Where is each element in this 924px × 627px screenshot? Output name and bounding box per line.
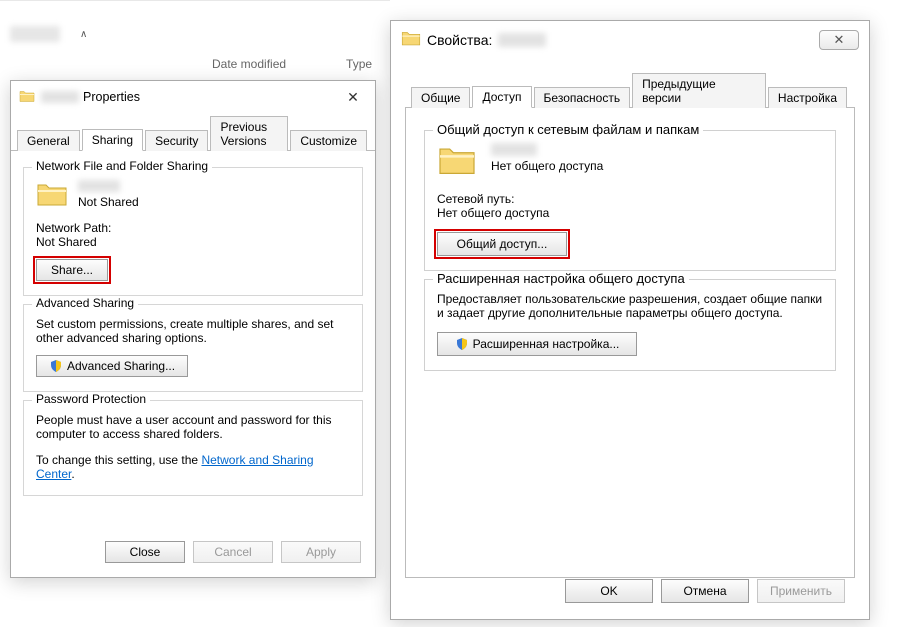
close-button[interactable]: ✕ — [819, 30, 859, 50]
folder-name-blur — [491, 143, 537, 156]
cancel-button[interactable]: Cancel — [193, 541, 273, 563]
share-button[interactable]: Share... — [36, 259, 108, 281]
folder-icon — [401, 29, 421, 50]
shield-icon — [49, 359, 63, 373]
column-header-type[interactable]: Type — [346, 57, 372, 71]
network-path-label: Network Path: — [36, 221, 350, 235]
cancel-button[interactable]: Отмена — [661, 579, 749, 603]
close-button[interactable]: ✕ — [339, 87, 367, 107]
column-header-date[interactable]: Date modified — [212, 57, 286, 71]
advanced-sharing-button-label: Advanced Sharing... — [67, 359, 175, 373]
title-suffix: Properties — [83, 90, 140, 104]
group-network-sharing: Network File and Folder Sharing Not Shar… — [23, 167, 363, 296]
apply-button[interactable]: Применить — [757, 579, 845, 603]
group-legend-nfs: Network File and Folder Sharing — [32, 159, 212, 173]
share-status: Not Shared — [78, 195, 139, 209]
tab-sharing[interactable]: Sharing — [82, 129, 143, 151]
tab-customize[interactable]: Customize — [290, 130, 367, 151]
folder-name-blur — [498, 33, 546, 47]
group-network-sharing: Общий доступ к сетевым файлам и папкам Н… — [424, 130, 836, 271]
password-desc-2-prefix: To change this setting, use the — [36, 453, 201, 467]
group-legend-nfs: Общий доступ к сетевым файлам и папкам — [433, 122, 703, 137]
folder-icon — [36, 180, 68, 211]
group-password-protection: Password Protection People must have a u… — [23, 400, 363, 496]
group-legend-adv: Расширенная настройка общего доступа — [433, 271, 689, 286]
explorer-blur — [10, 26, 60, 42]
titlebar-ru: Свойства: ✕ — [391, 21, 869, 58]
advanced-sharing-button[interactable]: Advanced Sharing... — [36, 355, 188, 377]
folder-icon — [437, 143, 477, 180]
group-legend-adv: Advanced Sharing — [32, 296, 138, 310]
share-status: Нет общего доступа — [491, 159, 603, 173]
group-advanced-sharing: Расширенная настройка общего доступа Пре… — [424, 279, 836, 371]
tab-sharing[interactable]: Доступ — [472, 86, 531, 108]
network-path-label: Сетевой путь: — [437, 192, 823, 206]
explorer-sort-indicator: ∧ — [80, 29, 87, 40]
apply-button[interactable]: Apply — [281, 541, 361, 563]
shield-icon — [455, 337, 469, 351]
ok-button[interactable]: OK — [565, 579, 653, 603]
tab-general[interactable]: Общие — [411, 87, 470, 108]
advanced-sharing-desc: Предоставляет пользовательские разрешени… — [437, 292, 823, 320]
folder-name-blur — [78, 180, 120, 192]
tabs-ru: Общие Доступ Безопасность Предыдущие вер… — [405, 72, 855, 108]
title-prefix: Свойства: — [427, 32, 492, 48]
properties-dialog-en: Properties ✕ General Sharing Security Pr… — [10, 80, 376, 578]
password-desc-1: People must have a user account and pass… — [36, 413, 350, 441]
group-advanced-sharing: Advanced Sharing Set custom permissions,… — [23, 304, 363, 392]
tab-previous-versions[interactable]: Предыдущие версии — [632, 73, 766, 108]
network-path-value: Not Shared — [36, 235, 350, 249]
tabs-en: General Sharing Security Previous Versio… — [11, 115, 375, 151]
advanced-sharing-button-label: Расширенная настройка... — [473, 337, 620, 351]
tab-security[interactable]: Безопасность — [534, 87, 631, 108]
close-dialog-button[interactable]: Close — [105, 541, 185, 563]
group-legend-pwd: Password Protection — [32, 392, 150, 406]
explorer-background: ∧ Date modified Type — [0, 0, 390, 80]
folder-name-blur — [41, 91, 79, 103]
folder-icon — [19, 89, 35, 106]
titlebar-en: Properties ✕ — [11, 81, 375, 111]
password-desc-2-suffix: . — [71, 467, 74, 481]
share-button[interactable]: Общий доступ... — [437, 232, 567, 256]
advanced-sharing-button[interactable]: Расширенная настройка... — [437, 332, 637, 356]
advanced-sharing-desc: Set custom permissions, create multiple … — [36, 317, 350, 345]
tab-previous-versions[interactable]: Previous Versions — [210, 116, 288, 151]
tab-general[interactable]: General — [17, 130, 80, 151]
network-path-value: Нет общего доступа — [437, 206, 823, 220]
tab-security[interactable]: Security — [145, 130, 208, 151]
properties-dialog-ru: Свойства: ✕ Общие Доступ Безопасность Пр… — [390, 20, 870, 620]
tab-customize[interactable]: Настройка — [768, 87, 847, 108]
